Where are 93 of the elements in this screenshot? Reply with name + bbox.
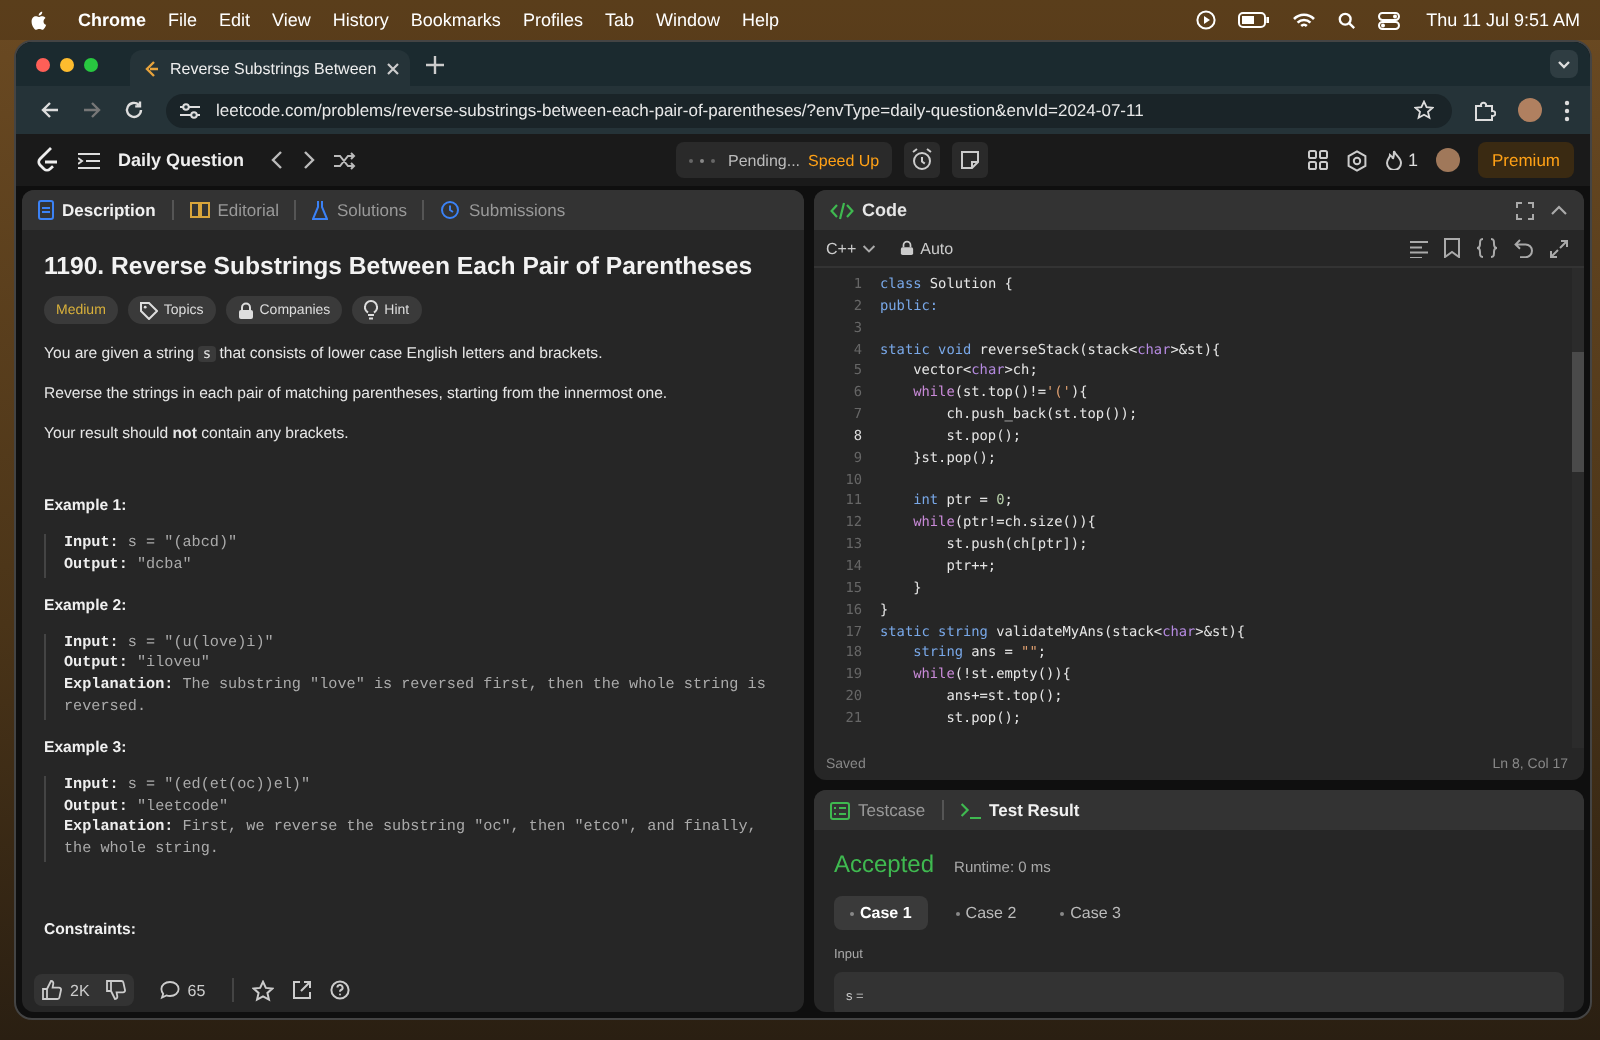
minimize-window-button[interactable] [60,57,74,71]
settings-icon[interactable] [1345,149,1368,171]
scrollbar-thumb[interactable] [1572,352,1584,472]
close-icon[interactable] [386,61,401,75]
chevron-up-icon[interactable] [1550,204,1568,216]
list-icon[interactable] [78,151,100,169]
menu-item[interactable]: Bookmarks [410,10,501,30]
menu-item[interactable]: View [272,10,311,30]
speech-bubble-icon [159,980,180,1000]
lock-icon [237,301,254,319]
zoom-window-button[interactable] [84,57,98,71]
chevron-down-icon[interactable] [1550,50,1578,78]
language-dropdown[interactable]: C++ [826,239,877,257]
note-icon[interactable] [952,142,988,178]
checklist-icon [830,801,850,819]
panel-title: Code [862,200,907,220]
verdict-text: Accepted [834,850,935,878]
daily-question-link[interactable]: Daily Question [118,150,245,170]
like-button[interactable]: 2K [34,974,98,1006]
tag-icon [139,301,158,319]
thumbs-down-icon [105,980,126,1000]
battery-icon[interactable] [1238,12,1271,28]
alarm-clock-icon[interactable] [904,142,940,178]
forward-arrow-icon[interactable] [82,100,102,120]
menu-item[interactable]: History [332,10,389,30]
spinner-dots-icon [688,157,716,163]
toggle-switches-icon[interactable] [1378,11,1401,29]
share-icon[interactable] [291,980,312,1000]
flame-icon [1385,150,1402,170]
menu-bar-clock[interactable]: Thu 11 Jul 9:51 AM [1426,10,1580,30]
browser-tab[interactable]: Reverse Substrings Between [130,50,410,86]
back-arrow-icon[interactable] [40,100,60,120]
more-vertical-icon[interactable] [1564,99,1570,121]
bookmark-icon[interactable] [1444,238,1460,258]
wifi-icon[interactable] [1292,11,1317,29]
profile-avatar[interactable] [1518,98,1542,122]
play-circle-icon[interactable] [1196,10,1217,30]
chevron-right-icon[interactable] [302,150,317,170]
menu-item[interactable]: Window [655,10,720,30]
star-icon[interactable] [251,979,274,1001]
menu-item[interactable]: Tab [604,10,634,30]
flask-icon [312,200,329,220]
address-bar[interactable]: leetcode.com/problems/reverse-substrings-between-each-pair-of-parentheses/?envType=daily-question&envId=2024-07-11 [166,93,1452,127]
shuffle-icon[interactable] [334,151,357,169]
menu-item[interactable]: File [168,10,198,30]
comments-button[interactable]: 65 [151,974,214,1006]
search-icon[interactable] [1338,11,1357,29]
case-tab[interactable]: Case 2 [939,896,1033,930]
problem-title: 1190. Reverse Substrings Between Each Pair of Parentheses [44,252,755,280]
menu-item[interactable]: Profiles [522,10,583,30]
site-logo-icon [144,59,160,77]
star-icon[interactable] [1414,100,1434,120]
case-tab[interactable]: Case 3 [1044,896,1138,930]
fullscreen-icon[interactable] [1516,201,1534,219]
chevron-down-icon [862,243,877,253]
expand-icon[interactable] [1550,239,1568,257]
reload-icon[interactable] [124,100,144,120]
lightbulb-icon [364,300,379,320]
case-tab[interactable]: Case 1 [834,896,928,930]
new-tab-icon[interactable] [426,55,444,73]
document-icon [38,200,54,220]
panel-tab[interactable]: Description [38,200,156,220]
premium-button[interactable]: Premium [1478,142,1575,178]
terminal-icon [959,801,982,819]
panel-tab[interactable]: Editorial [189,200,279,220]
chevron-left-icon[interactable] [270,150,285,170]
leetcode-logo-icon[interactable] [36,146,60,174]
panel-tab[interactable]: Submissions [440,200,566,220]
panel-tab[interactable]: Test Result [959,800,1080,820]
book-icon [189,202,210,218]
panel-tab[interactable]: Solutions [312,200,407,220]
close-window-button[interactable] [36,57,50,71]
grid-icon[interactable] [1307,150,1328,170]
undo-icon[interactable] [1514,238,1534,258]
puzzle-piece-icon[interactable] [1474,99,1496,121]
code-brackets-icon [830,201,854,219]
help-icon[interactable] [329,980,350,1000]
auto-mode-toggle[interactable]: Auto [900,239,954,257]
panel-tab[interactable]: Testcase [830,800,926,820]
site-settings-icon[interactable] [180,101,200,119]
speed-up-link[interactable]: Speed Up [808,151,880,169]
history-icon [440,200,461,220]
thumbs-up-icon [42,980,62,1000]
menu-item[interactable]: Help [741,10,779,30]
curly-braces-icon[interactable] [1476,238,1498,258]
menu-item[interactable]: Edit [219,10,251,30]
pending-status: Pending... [728,151,801,169]
text-align-icon[interactable] [1410,239,1428,257]
user-avatar[interactable] [1436,148,1460,172]
app-menu[interactable]: Chrome [78,10,147,30]
lock-icon [900,240,915,256]
streak-counter[interactable]: 1 [1385,150,1418,170]
apple-logo-icon[interactable] [28,9,48,31]
